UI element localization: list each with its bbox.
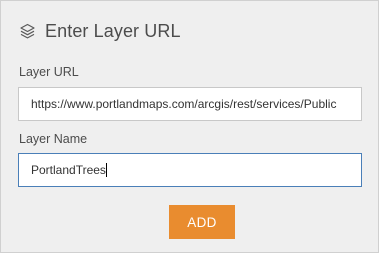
layer-url-value: https://www.portlandmaps.com/arcgis/rest… <box>31 97 337 111</box>
layer-name-input[interactable]: PortlandTrees <box>18 153 362 187</box>
layer-url-input[interactable]: https://www.portlandmaps.com/arcgis/rest… <box>18 87 362 121</box>
add-button[interactable]: ADD <box>169 205 235 239</box>
panel-title: Enter Layer URL <box>45 20 181 41</box>
layer-url-label: Layer URL <box>19 65 79 79</box>
layer-name-value: PortlandTrees <box>31 163 106 177</box>
layer-name-label: Layer Name <box>19 132 88 146</box>
panel-header: Enter Layer URL <box>19 19 181 43</box>
enter-layer-url-panel: Enter Layer URL Layer URL https://www.po… <box>0 0 379 253</box>
text-caret <box>105 162 107 177</box>
layers-icon <box>19 23 36 40</box>
